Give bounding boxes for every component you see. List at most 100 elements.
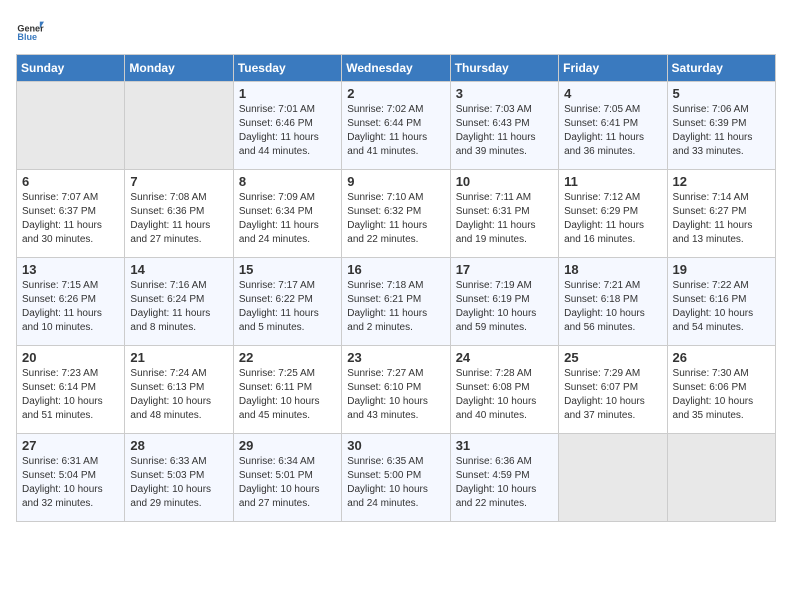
day-number: 22 <box>239 350 336 365</box>
calendar-cell: 16 Sunrise: 7:18 AM Sunset: 6:21 PM Dayli… <box>342 258 450 346</box>
day-number: 15 <box>239 262 336 277</box>
day-number: 25 <box>564 350 661 365</box>
day-info: Sunrise: 7:10 AM Sunset: 6:32 PM Dayligh… <box>347 191 444 247</box>
calendar-cell <box>125 82 233 170</box>
day-info: Sunrise: 7:28 AM Sunset: 6:08 PM Dayligh… <box>456 367 553 423</box>
day-number: 28 <box>130 438 227 453</box>
calendar-cell: 25 Sunrise: 7:29 AM Sunset: 6:07 PM Dayli… <box>559 346 667 434</box>
day-info: Sunrise: 7:14 AM Sunset: 6:27 PM Dayligh… <box>673 191 770 247</box>
day-info: Sunrise: 7:01 AM Sunset: 6:46 PM Dayligh… <box>239 103 336 159</box>
day-number: 9 <box>347 174 444 189</box>
col-header-saturday: Saturday <box>667 55 775 82</box>
day-info: Sunrise: 7:06 AM Sunset: 6:39 PM Dayligh… <box>673 103 770 159</box>
day-number: 4 <box>564 86 661 101</box>
day-info: Sunrise: 6:33 AM Sunset: 5:03 PM Dayligh… <box>130 455 227 511</box>
day-number: 20 <box>22 350 119 365</box>
day-info: Sunrise: 7:11 AM Sunset: 6:31 PM Dayligh… <box>456 191 553 247</box>
day-number: 27 <box>22 438 119 453</box>
day-number: 26 <box>673 350 770 365</box>
calendar-cell <box>17 82 125 170</box>
day-number: 11 <box>564 174 661 189</box>
calendar-cell: 6 Sunrise: 7:07 AM Sunset: 6:37 PM Daylig… <box>17 170 125 258</box>
day-number: 7 <box>130 174 227 189</box>
day-number: 21 <box>130 350 227 365</box>
calendar-cell <box>559 434 667 522</box>
logo: General Blue <box>16 16 44 44</box>
calendar-cell <box>667 434 775 522</box>
day-info: Sunrise: 7:29 AM Sunset: 6:07 PM Dayligh… <box>564 367 661 423</box>
day-info: Sunrise: 7:07 AM Sunset: 6:37 PM Dayligh… <box>22 191 119 247</box>
calendar-cell: 31 Sunrise: 6:36 AM Sunset: 4:59 PM Dayli… <box>450 434 558 522</box>
day-number: 30 <box>347 438 444 453</box>
day-number: 17 <box>456 262 553 277</box>
calendar-cell: 11Sunrise: 7:12 AM Sunset: 6:29 PM Dayli… <box>559 170 667 258</box>
calendar-cell: 7 Sunrise: 7:08 AM Sunset: 6:36 PM Daylig… <box>125 170 233 258</box>
calendar-cell: 1 Sunrise: 7:01 AM Sunset: 6:46 PM Daylig… <box>233 82 341 170</box>
day-info: Sunrise: 7:16 AM Sunset: 6:24 PM Dayligh… <box>130 279 227 335</box>
day-info: Sunrise: 7:05 AM Sunset: 6:41 PM Dayligh… <box>564 103 661 159</box>
day-info: Sunrise: 7:17 AM Sunset: 6:22 PM Dayligh… <box>239 279 336 335</box>
calendar-cell: 2 Sunrise: 7:02 AM Sunset: 6:44 PM Daylig… <box>342 82 450 170</box>
calendar-cell: 22 Sunrise: 7:25 AM Sunset: 6:11 PM Dayli… <box>233 346 341 434</box>
day-number: 23 <box>347 350 444 365</box>
calendar-cell: 9 Sunrise: 7:10 AM Sunset: 6:32 PM Daylig… <box>342 170 450 258</box>
day-number: 3 <box>456 86 553 101</box>
day-info: Sunrise: 6:36 AM Sunset: 4:59 PM Dayligh… <box>456 455 553 511</box>
calendar-cell: 3 Sunrise: 7:03 AM Sunset: 6:43 PM Daylig… <box>450 82 558 170</box>
calendar-table: SundayMondayTuesdayWednesdayThursdayFrid… <box>16 54 776 522</box>
calendar-cell: 14Sunrise: 7:16 AM Sunset: 6:24 PM Dayli… <box>125 258 233 346</box>
day-info: Sunrise: 7:23 AM Sunset: 6:14 PM Dayligh… <box>22 367 119 423</box>
day-number: 5 <box>673 86 770 101</box>
day-number: 24 <box>456 350 553 365</box>
col-header-wednesday: Wednesday <box>342 55 450 82</box>
col-header-tuesday: Tuesday <box>233 55 341 82</box>
calendar-cell: 20 Sunrise: 7:23 AM Sunset: 6:14 PM Dayli… <box>17 346 125 434</box>
col-header-thursday: Thursday <box>450 55 558 82</box>
day-info: Sunrise: 6:31 AM Sunset: 5:04 PM Dayligh… <box>22 455 119 511</box>
day-info: Sunrise: 7:09 AM Sunset: 6:34 PM Dayligh… <box>239 191 336 247</box>
calendar-cell: 21 Sunrise: 7:24 AM Sunset: 6:13 PM Dayli… <box>125 346 233 434</box>
col-header-monday: Monday <box>125 55 233 82</box>
day-number: 13 <box>22 262 119 277</box>
day-number: 6 <box>22 174 119 189</box>
day-number: 12 <box>673 174 770 189</box>
day-number: 18 <box>564 262 661 277</box>
calendar-cell: 29Sunrise: 6:34 AM Sunset: 5:01 PM Dayli… <box>233 434 341 522</box>
calendar-cell: 28 Sunrise: 6:33 AM Sunset: 5:03 PM Dayli… <box>125 434 233 522</box>
day-info: Sunrise: 7:03 AM Sunset: 6:43 PM Dayligh… <box>456 103 553 159</box>
col-header-friday: Friday <box>559 55 667 82</box>
day-number: 31 <box>456 438 553 453</box>
calendar-cell: 17 Sunrise: 7:19 AM Sunset: 6:19 PM Dayli… <box>450 258 558 346</box>
svg-text:Blue: Blue <box>17 32 37 42</box>
day-number: 8 <box>239 174 336 189</box>
calendar-cell: 27 Sunrise: 6:31 AM Sunset: 5:04 PM Dayli… <box>17 434 125 522</box>
day-info: Sunrise: 7:15 AM Sunset: 6:26 PM Dayligh… <box>22 279 119 335</box>
calendar-cell: 18 Sunrise: 7:21 AM Sunset: 6:18 PM Dayli… <box>559 258 667 346</box>
day-info: Sunrise: 7:19 AM Sunset: 6:19 PM Dayligh… <box>456 279 553 335</box>
day-number: 2 <box>347 86 444 101</box>
calendar-cell: 8 Sunrise: 7:09 AM Sunset: 6:34 PM Daylig… <box>233 170 341 258</box>
day-info: Sunrise: 7:22 AM Sunset: 6:16 PM Dayligh… <box>673 279 770 335</box>
calendar-cell: 4 Sunrise: 7:05 AM Sunset: 6:41 PM Daylig… <box>559 82 667 170</box>
calendar-cell: 15 Sunrise: 7:17 AM Sunset: 6:22 PM Dayli… <box>233 258 341 346</box>
calendar-cell: 24 Sunrise: 7:28 AM Sunset: 6:08 PM Dayli… <box>450 346 558 434</box>
day-info: Sunrise: 7:21 AM Sunset: 6:18 PM Dayligh… <box>564 279 661 335</box>
day-info: Sunrise: 7:24 AM Sunset: 6:13 PM Dayligh… <box>130 367 227 423</box>
calendar-cell: 5 Sunrise: 7:06 AM Sunset: 6:39 PM Daylig… <box>667 82 775 170</box>
day-info: Sunrise: 7:08 AM Sunset: 6:36 PM Dayligh… <box>130 191 227 247</box>
day-number: 19 <box>673 262 770 277</box>
day-info: Sunrise: 7:02 AM Sunset: 6:44 PM Dayligh… <box>347 103 444 159</box>
calendar-cell: 30 Sunrise: 6:35 AM Sunset: 5:00 PM Dayli… <box>342 434 450 522</box>
calendar-cell: 23 Sunrise: 7:27 AM Sunset: 6:10 PM Dayli… <box>342 346 450 434</box>
day-info: Sunrise: 7:18 AM Sunset: 6:21 PM Dayligh… <box>347 279 444 335</box>
calendar-cell: 26Sunrise: 7:30 AM Sunset: 6:06 PM Dayli… <box>667 346 775 434</box>
calendar-cell: 12 Sunrise: 7:14 AM Sunset: 6:27 PM Dayli… <box>667 170 775 258</box>
day-number: 16 <box>347 262 444 277</box>
day-info: Sunrise: 7:27 AM Sunset: 6:10 PM Dayligh… <box>347 367 444 423</box>
day-info: Sunrise: 6:35 AM Sunset: 5:00 PM Dayligh… <box>347 455 444 511</box>
calendar-cell: 10Sunrise: 7:11 AM Sunset: 6:31 PM Dayli… <box>450 170 558 258</box>
day-info: Sunrise: 7:25 AM Sunset: 6:11 PM Dayligh… <box>239 367 336 423</box>
day-number: 1 <box>239 86 336 101</box>
calendar-cell: 13 Sunrise: 7:15 AM Sunset: 6:26 PM Dayli… <box>17 258 125 346</box>
day-info: Sunrise: 6:34 AM Sunset: 5:01 PM Dayligh… <box>239 455 336 511</box>
